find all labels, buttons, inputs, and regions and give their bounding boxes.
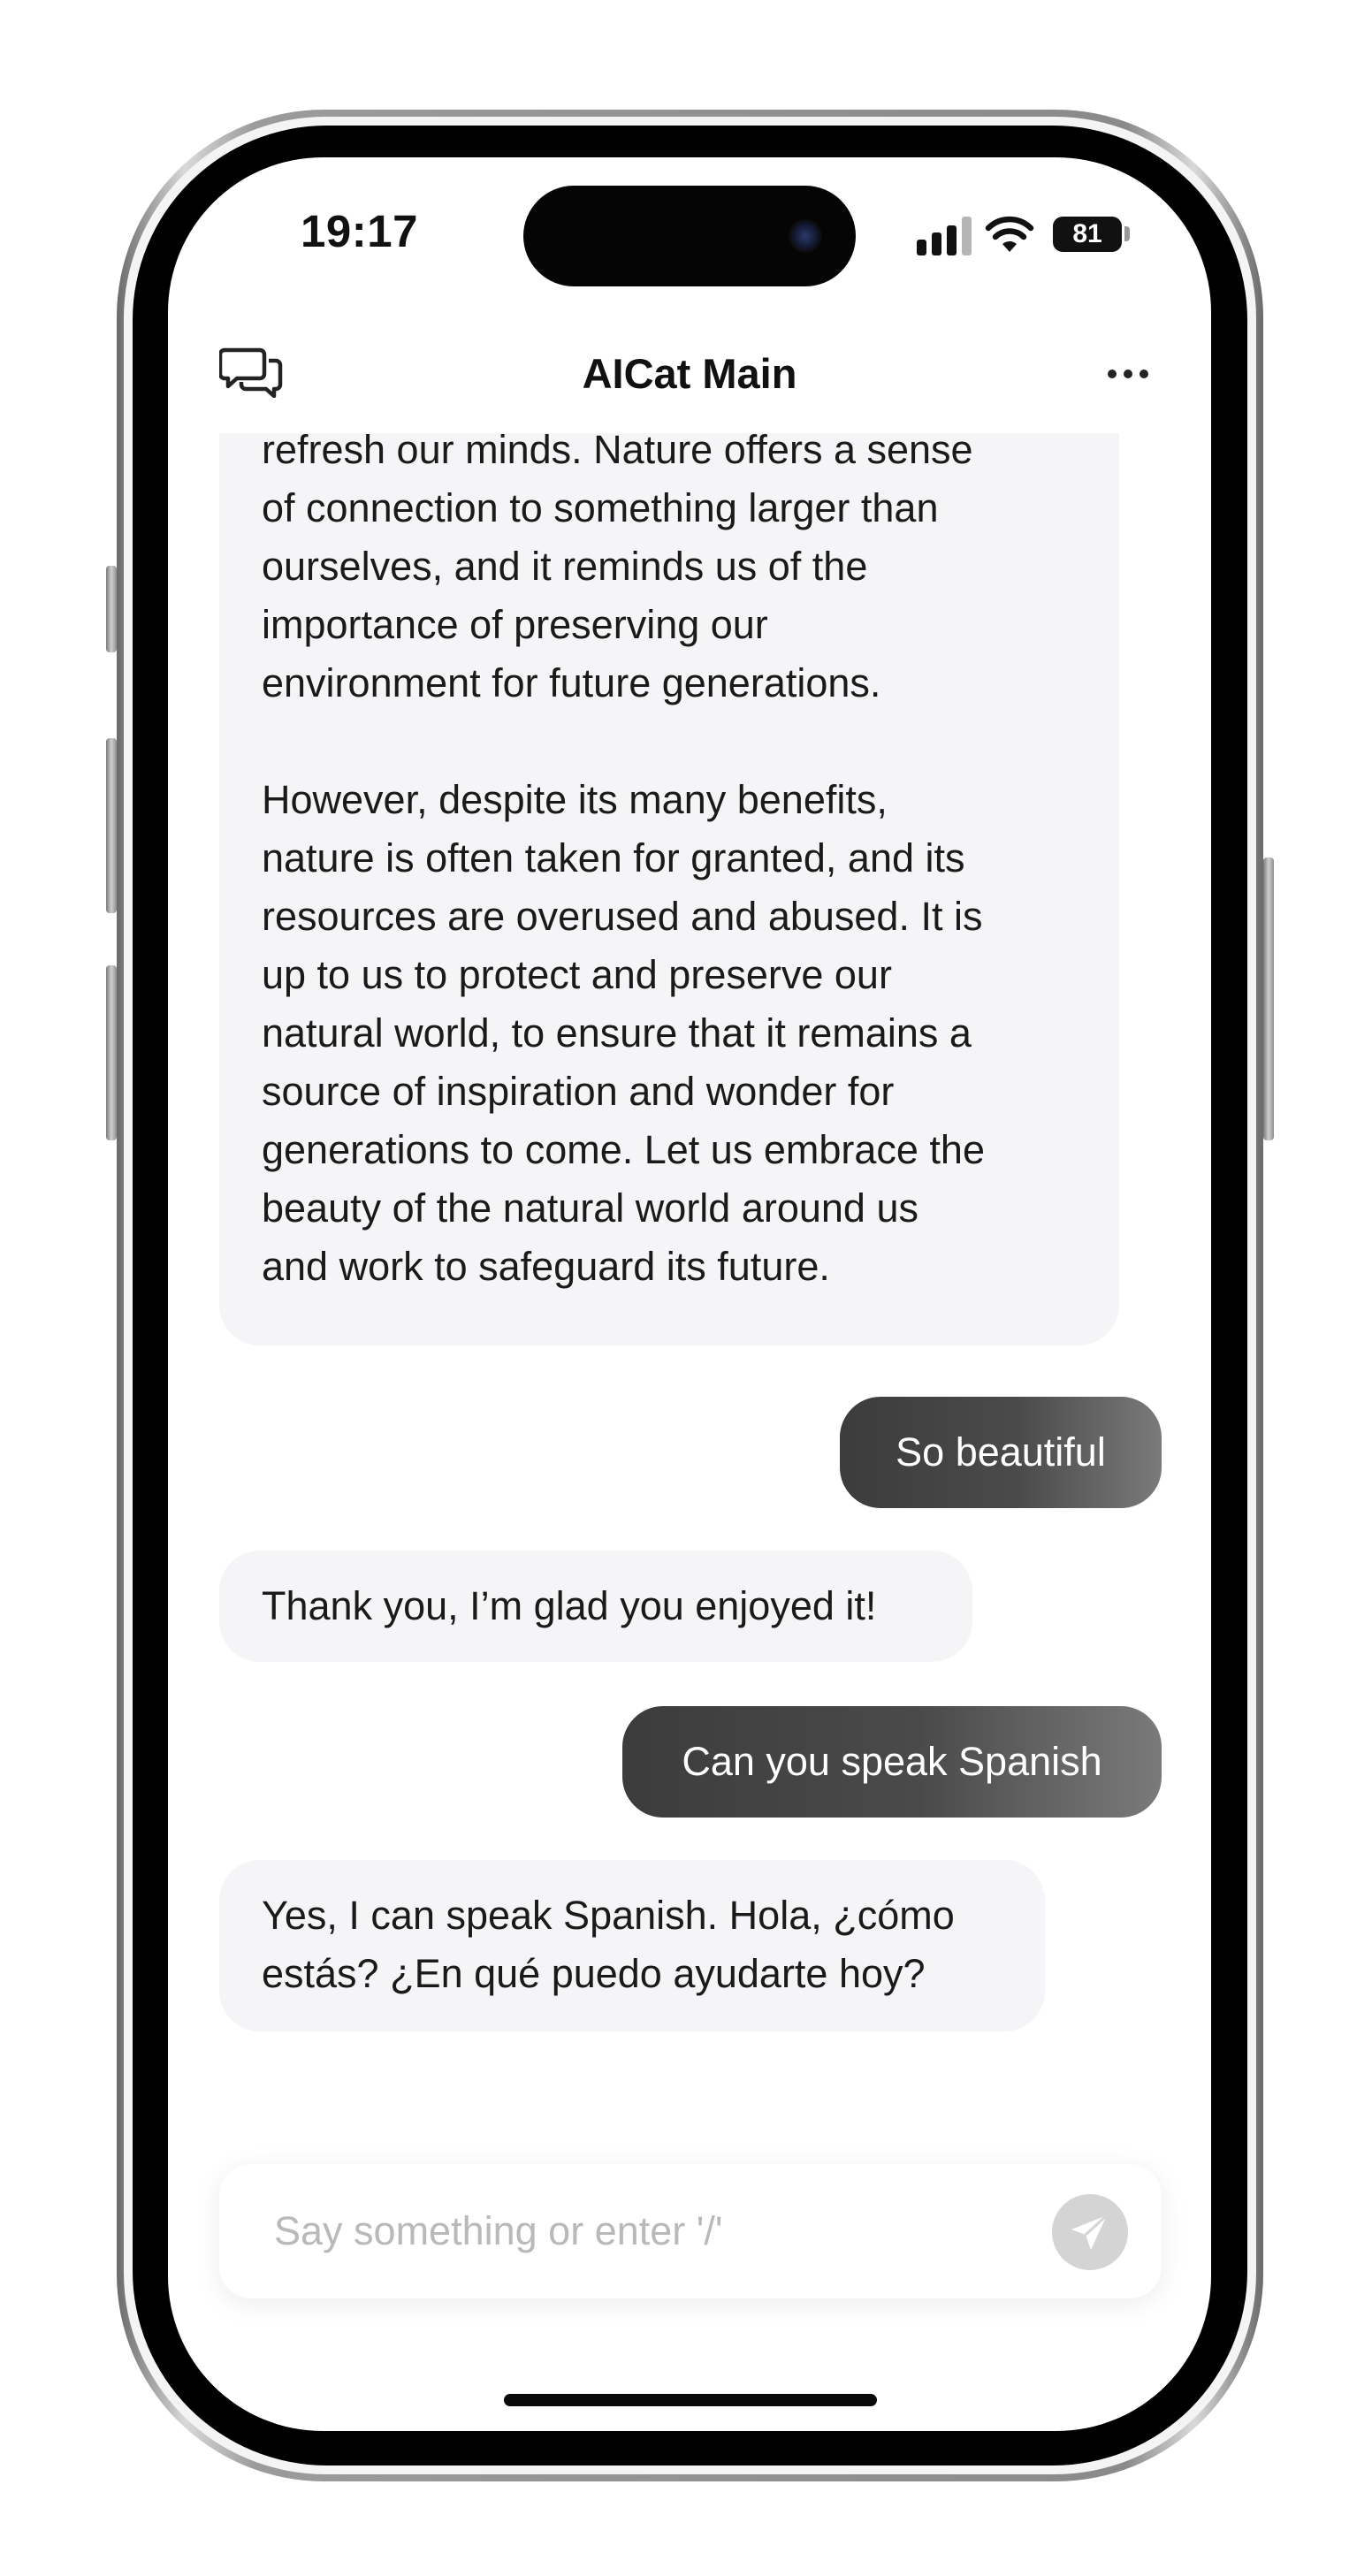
assistant-message-text: Yes, I can speak Spanish. Hola, ¿cómo es… [262, 1893, 955, 1996]
chat-bubbles-icon[interactable] [219, 347, 283, 398]
battery-icon: 81 [1053, 217, 1122, 252]
home-indicator[interactable] [504, 2394, 877, 2406]
page-title: AICat Main [582, 350, 797, 397]
battery-cap [1124, 226, 1130, 241]
power-button [1263, 857, 1274, 1140]
volume-up-button [106, 738, 117, 913]
action-button [106, 566, 117, 652]
message-input[interactable]: Say something or enter '/' [219, 2164, 1162, 2298]
send-icon [1071, 2214, 1109, 2250]
chat-message-list[interactable]: of the waves can soothe our souls and re… [168, 433, 1211, 2113]
assistant-message: Thank you, I’m glad you enjoyed it! [219, 1551, 972, 1662]
user-message: So beautiful [840, 1397, 1162, 1508]
volume-down-button [106, 965, 117, 1140]
user-message: Can you speak Spanish [622, 1706, 1162, 1818]
assistant-message-text: of the waves can soothe our souls and re… [262, 433, 985, 1289]
wifi-icon [985, 216, 1034, 252]
front-camera [789, 219, 822, 253]
assistant-message: Yes, I can speak Spanish. Hola, ¿cómo es… [219, 1860, 1045, 2031]
more-dots-icon[interactable] [1103, 361, 1153, 387]
status-time: 19:17 [301, 206, 418, 256]
message-input-placeholder[interactable]: Say something or enter '/' [274, 2164, 722, 2298]
send-button[interactable] [1052, 2194, 1128, 2270]
assistant-message: of the waves can soothe our souls and re… [219, 433, 1119, 1345]
cellular-signal-icon [917, 217, 972, 255]
